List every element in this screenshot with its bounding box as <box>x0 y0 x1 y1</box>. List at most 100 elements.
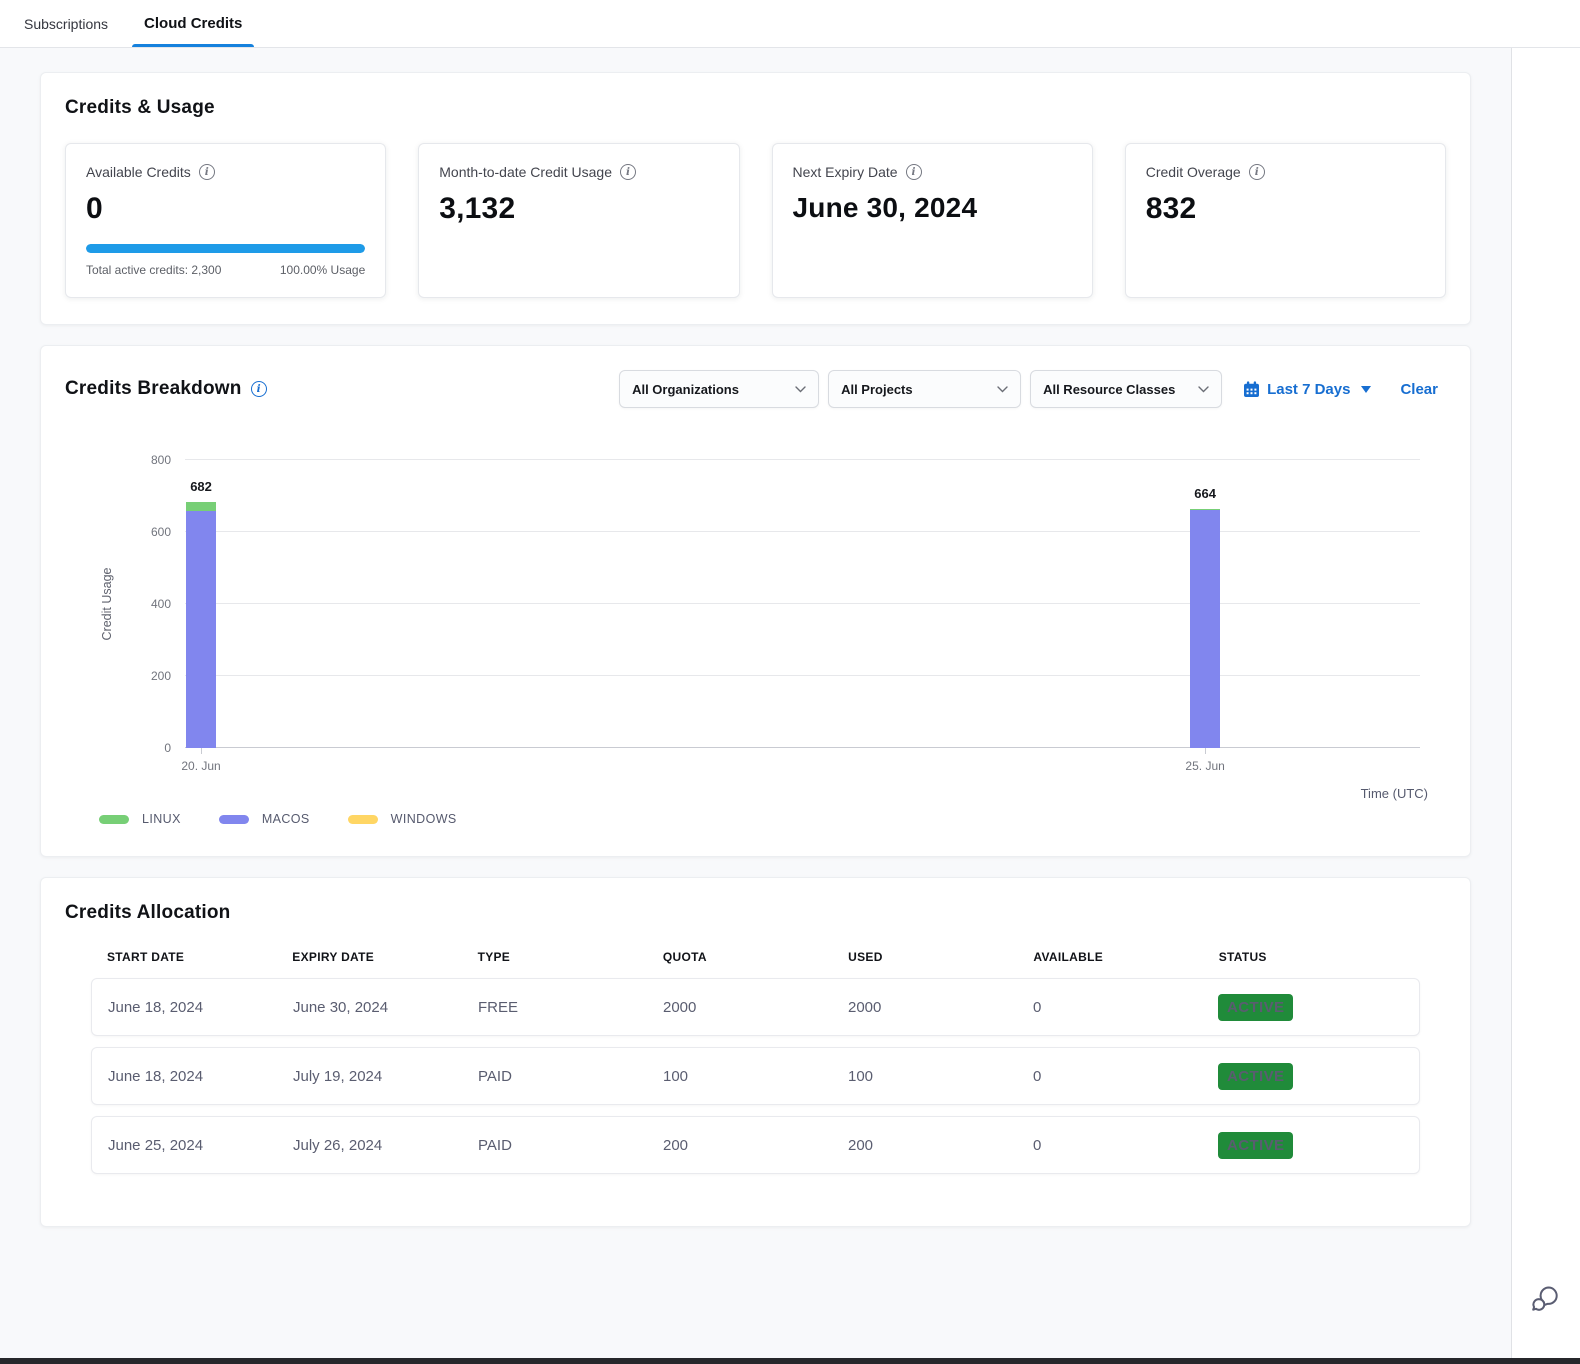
cell-start-date: June 25, 2024 <box>108 1137 293 1154</box>
next-expiry-value: June 30, 2024 <box>793 192 1072 224</box>
metric-card-next-expiry: Next Expiry Date i June 30, 2024 <box>772 143 1093 298</box>
active-tab-underline <box>132 44 254 47</box>
cell-available: 0 <box>1033 1137 1218 1154</box>
cell-start-date: June 18, 2024 <box>108 1068 293 1085</box>
table-row[interactable]: June 25, 2024 July 26, 2024 PAID 200 200… <box>91 1116 1420 1174</box>
bar-segment-linux[interactable] <box>1190 509 1220 510</box>
bar-segment-macos[interactable] <box>186 511 216 748</box>
next-expiry-label: Next Expiry Date <box>793 164 898 180</box>
calendar-icon <box>1243 381 1260 398</box>
cell-quota: 100 <box>663 1068 848 1085</box>
chart-x-tick-label: 20. Jun <box>181 759 220 773</box>
info-icon[interactable]: i <box>199 164 215 180</box>
chart-y-tick-label: 400 <box>151 597 171 611</box>
cell-type: FREE <box>478 999 663 1016</box>
support-chat-button[interactable] <box>1530 1285 1560 1318</box>
legend-label: MACOS <box>262 812 310 826</box>
cell-type: PAID <box>478 1137 663 1154</box>
cell-expiry-date: July 19, 2024 <box>293 1068 478 1085</box>
status-badge: ACTIVE <box>1218 994 1293 1021</box>
allocation-table: START DATE EXPIRY DATE TYPE QUOTA USED A… <box>91 950 1420 1174</box>
chart-x-tick <box>1205 748 1206 754</box>
info-icon[interactable]: i <box>1249 164 1265 180</box>
credits-progress-bar <box>86 244 365 253</box>
info-icon[interactable]: i <box>620 164 636 180</box>
resource-classes-filter-select[interactable]: All Resource Classes <box>1030 370 1222 408</box>
metric-card-credit-overage: Credit Overage i 832 <box>1125 143 1446 298</box>
col-used: USED <box>848 950 1033 964</box>
available-credits-label: Available Credits <box>86 164 191 180</box>
legend-label: WINDOWS <box>391 812 457 826</box>
table-row[interactable]: June 18, 2024 June 30, 2024 FREE 2000 20… <box>91 978 1420 1036</box>
legend-swatch <box>219 815 249 824</box>
chart-gridline <box>185 603 1420 604</box>
credits-breakdown-title: Credits Breakdown <box>65 378 242 400</box>
projects-filter-select[interactable]: All Projects <box>828 370 1021 408</box>
cell-quota: 2000 <box>663 999 848 1016</box>
cell-available: 0 <box>1033 999 1218 1016</box>
tab-subscriptions-label: Subscriptions <box>24 16 108 32</box>
chart-gridline <box>185 531 1420 532</box>
legend-item-linux[interactable]: LINUX <box>99 812 195 826</box>
usage-percent-text: 100.00% Usage <box>280 263 365 277</box>
chart-y-tick-label: 800 <box>151 453 171 467</box>
credits-progress-fill <box>86 244 365 253</box>
bar-total-label: 664 <box>1194 486 1216 501</box>
chevron-down-icon <box>1198 386 1209 393</box>
chevron-down-icon <box>795 386 806 393</box>
tab-cloud-credits[interactable]: Cloud Credits <box>132 0 254 47</box>
cell-used: 2000 <box>848 999 1033 1016</box>
chart-y-tick-label: 0 <box>164 741 171 755</box>
chart-bar[interactable] <box>1190 460 1220 748</box>
tab-bar: Subscriptions Cloud Credits <box>0 0 1580 48</box>
chevron-down-icon <box>997 386 1008 393</box>
cell-start-date: June 18, 2024 <box>108 999 293 1016</box>
chart-y-axis-label: Credit Usage <box>100 568 114 641</box>
tab-cloud-credits-label: Cloud Credits <box>144 15 242 32</box>
chart-bar[interactable] <box>186 460 216 748</box>
chart-gridline <box>185 747 1420 748</box>
projects-filter-value: All Projects <box>841 382 913 397</box>
legend-item-windows[interactable]: WINDOWS <box>348 812 471 826</box>
date-range-value: Last 7 Days <box>1267 381 1350 398</box>
chart-x-tick <box>201 748 202 754</box>
chart-y-tick-label: 200 <box>151 669 171 683</box>
metric-card-row: Available Credits i 0 Total active credi… <box>65 143 1446 300</box>
status-badge: ACTIVE <box>1218 1132 1293 1159</box>
chat-bubbles-icon <box>1530 1285 1560 1313</box>
organizations-filter-value: All Organizations <box>632 382 739 397</box>
bottom-edge-bar <box>0 1358 1580 1364</box>
organizations-filter-select[interactable]: All Organizations <box>619 370 819 408</box>
date-range-picker[interactable]: Last 7 Days <box>1243 381 1371 398</box>
chart-x-tick-label: 25. Jun <box>1185 759 1224 773</box>
main-content: Credits & Usage Available Credits i 0 To… <box>0 48 1512 1358</box>
allocation-table-header: START DATE EXPIRY DATE TYPE QUOTA USED A… <box>91 950 1420 964</box>
chart-legend: LINUX MACOS WINDOWS <box>99 812 1446 826</box>
legend-swatch <box>99 815 129 824</box>
total-active-credits-text: Total active credits: 2,300 <box>86 263 221 277</box>
col-type: TYPE <box>478 950 663 964</box>
info-icon[interactable]: i <box>906 164 922 180</box>
legend-item-macos[interactable]: MACOS <box>219 812 324 826</box>
chart-plot: Credit Usage Time (UTC) 0200400600800682… <box>185 460 1420 748</box>
credit-overage-label: Credit Overage <box>1146 164 1241 180</box>
bar-segment-linux[interactable] <box>186 502 216 511</box>
col-start-date: START DATE <box>107 950 292 964</box>
col-status: STATUS <box>1219 950 1404 964</box>
clear-filters-button[interactable]: Clear <box>1400 381 1438 398</box>
info-icon[interactable]: i <box>251 381 267 397</box>
legend-swatch <box>348 815 378 824</box>
tab-subscriptions[interactable]: Subscriptions <box>14 0 118 47</box>
bar-segment-macos[interactable] <box>1190 510 1220 748</box>
mtd-usage-value: 3,132 <box>439 192 718 226</box>
right-gutter <box>1512 48 1580 1358</box>
resource-classes-filter-value: All Resource Classes <box>1043 382 1175 397</box>
cell-expiry-date: June 30, 2024 <box>293 999 478 1016</box>
bar-total-label: 682 <box>190 479 212 494</box>
table-row[interactable]: June 18, 2024 July 19, 2024 PAID 100 100… <box>91 1047 1420 1105</box>
col-expiry-date: EXPIRY DATE <box>292 950 477 964</box>
breakdown-filters: All Organizations All Projects All Resou… <box>619 370 1446 408</box>
credits-usage-section: Credits & Usage Available Credits i 0 To… <box>40 72 1471 325</box>
chart-y-tick-label: 600 <box>151 525 171 539</box>
mtd-usage-label: Month-to-date Credit Usage <box>439 164 612 180</box>
